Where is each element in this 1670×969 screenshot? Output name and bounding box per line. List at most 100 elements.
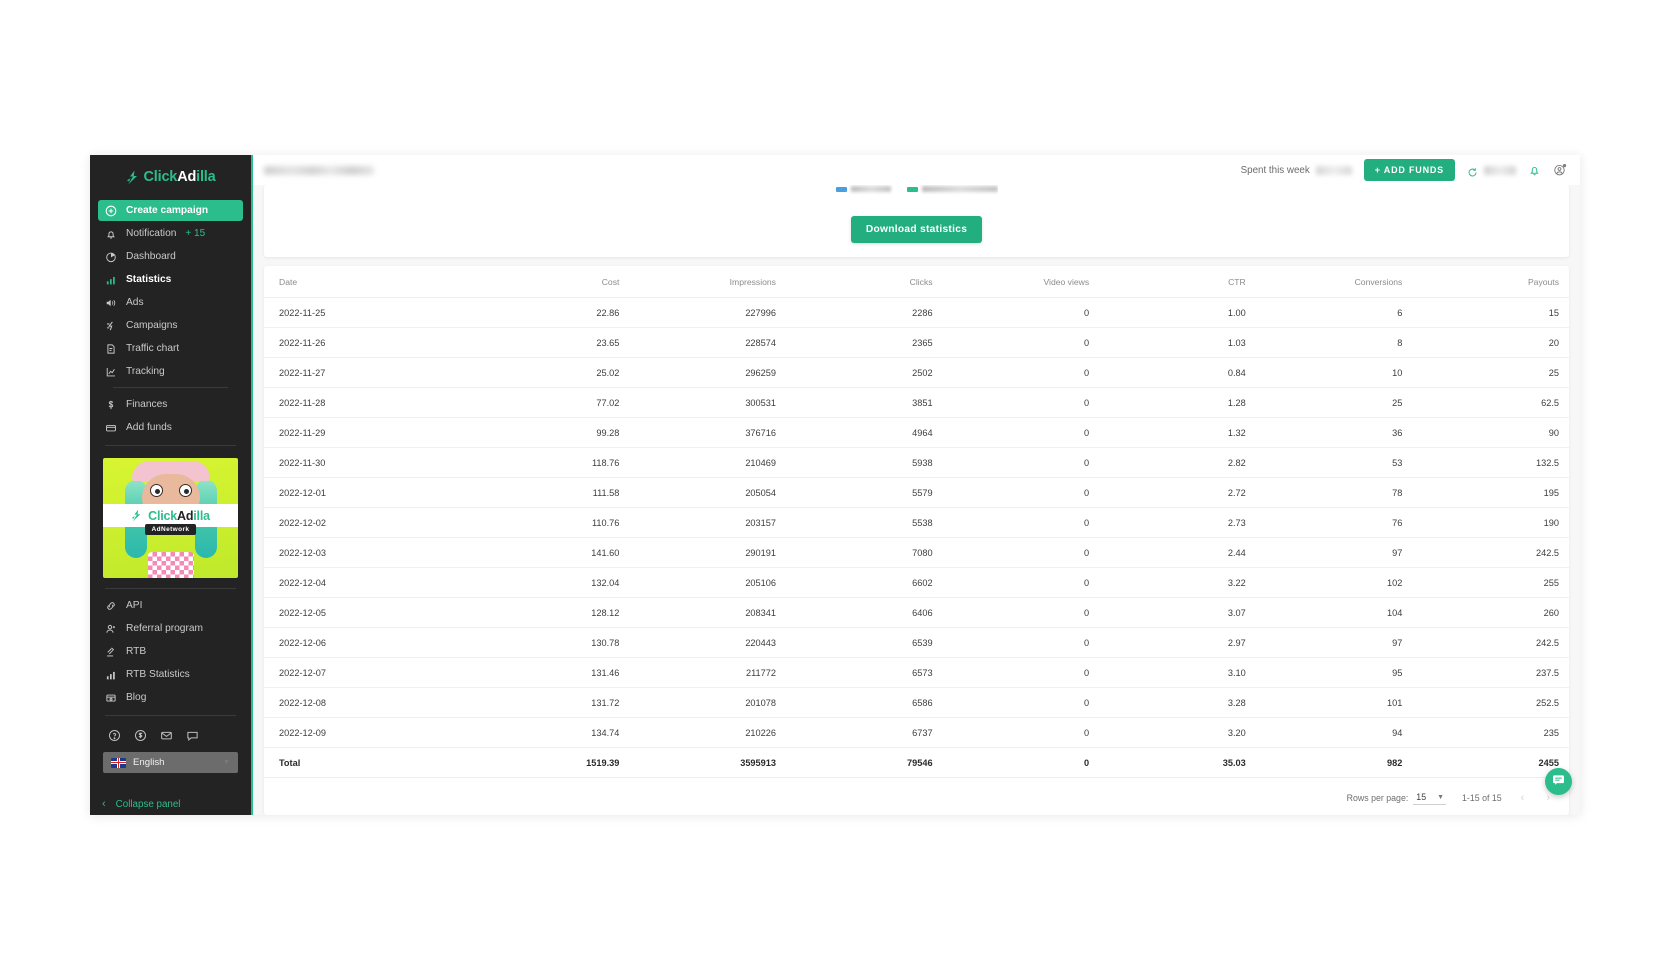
table-row[interactable]: 2022-12-09134.74210226673703.2094235 <box>264 718 1569 748</box>
sidebar-item-campaigns[interactable]: Campaigns <box>98 315 243 336</box>
table-row[interactable]: 2022-12-07131.46211772657303.1095237.5 <box>264 658 1569 688</box>
table-cell: 3.10 <box>1099 658 1256 688</box>
table-cell: 78 <box>1256 478 1413 508</box>
table-cell: 132.5 <box>1412 448 1569 478</box>
table-cell: 0 <box>943 388 1100 418</box>
table-cell: 0 <box>943 448 1100 478</box>
bell-icon[interactable] <box>1528 164 1541 177</box>
table-row[interactable]: 2022-11-2623.65228574236501.03820 <box>264 328 1569 358</box>
dollar-circle-icon[interactable] <box>134 729 147 742</box>
sidebar-item-finances[interactable]: Finances <box>98 394 243 415</box>
chat-icon[interactable] <box>186 729 199 742</box>
table-header-row: DateCostImpressionsClicksVideo viewsCTRC… <box>264 266 1569 298</box>
table-cell: 220443 <box>629 628 786 658</box>
sidebar-item-rtb[interactable]: RTB <box>98 641 243 662</box>
language-label: English <box>133 757 216 768</box>
sidebar-label: Blog <box>126 692 146 703</box>
sidebar-item-blog[interactable]: Blog <box>98 687 243 708</box>
sidebar-item-referral-program[interactable]: Referral program <box>98 618 243 639</box>
table-cell: 296259 <box>629 358 786 388</box>
sidebar-item-notification[interactable]: Notification + 15 <box>98 223 243 244</box>
table-row[interactable]: 2022-11-30118.76210469593802.8253132.5 <box>264 448 1569 478</box>
table-row[interactable]: 2022-11-2877.02300531385101.282562.5 <box>264 388 1569 418</box>
sidebar-item-traffic-chart[interactable]: Traffic chart <box>98 338 243 359</box>
language-selector[interactable]: English ▼ <box>103 752 238 773</box>
table-cell: 3.22 <box>1099 568 1256 598</box>
pagination-range: 1-15 of 15 <box>1462 793 1502 803</box>
table-cell: 2022-12-07 <box>264 658 473 688</box>
chat-widget-button[interactable] <box>1545 768 1572 795</box>
table-cell: 110.76 <box>473 508 630 538</box>
table-row[interactable]: 2022-12-03141.60290191708002.4497242.5 <box>264 538 1569 568</box>
sidebar-item-statistics[interactable]: Statistics <box>98 269 243 290</box>
sidebar-item-tracking[interactable]: Tracking <box>98 361 243 382</box>
sidebar: ClickAdilla Create campaign Not <box>90 155 253 815</box>
table-total-cell: 0 <box>943 748 1100 778</box>
table-row[interactable]: 2022-12-06130.78220443653902.9797242.5 <box>264 628 1569 658</box>
download-statistics-button[interactable]: Download statistics <box>851 216 982 243</box>
table-cell: 210469 <box>629 448 786 478</box>
table-cell: 205106 <box>629 568 786 598</box>
collapse-panel-button[interactable]: ‹ Collapse panel <box>90 793 251 815</box>
table-cell: 90 <box>1412 418 1569 448</box>
pagination-next-button[interactable]: › <box>1543 792 1553 804</box>
pagination-prev-button[interactable]: ‹ <box>1518 792 1528 804</box>
table-cell: 5538 <box>786 508 943 538</box>
sidebar-label: Finances <box>126 399 167 410</box>
table-cell: 2022-11-27 <box>264 358 473 388</box>
table-total-cell: 35.03 <box>1099 748 1256 778</box>
table-cell: 0 <box>943 418 1100 448</box>
table-cell: 6406 <box>786 598 943 628</box>
table-row[interactable]: 2022-11-2999.28376716496401.323690 <box>264 418 1569 448</box>
account-icon[interactable] <box>1553 163 1567 177</box>
help-circle-icon[interactable] <box>108 729 121 742</box>
refresh-icon[interactable] <box>1467 165 1478 176</box>
table-cell: 25 <box>1256 388 1413 418</box>
sidebar-item-create-campaign[interactable]: Create campaign <box>98 200 243 221</box>
table-cell: 118.76 <box>473 448 630 478</box>
table-cell: 102 <box>1256 568 1413 598</box>
table-row[interactable]: 2022-12-04132.04205106660203.22102255 <box>264 568 1569 598</box>
brand-name: ClickAdilla <box>144 169 216 185</box>
sidebar-item-rtb-statistics[interactable]: RTB Statistics <box>98 664 243 685</box>
table-cell: 205054 <box>629 478 786 508</box>
table-row[interactable]: 2022-11-2522.86227996228601.00615 <box>264 298 1569 328</box>
sidebar-item-ads[interactable]: Ads <box>98 292 243 313</box>
table-cell: 300531 <box>629 388 786 418</box>
spent-value <box>1316 166 1352 175</box>
add-funds-button[interactable]: + ADD FUNDS <box>1364 159 1455 181</box>
table-cell: 0 <box>943 298 1100 328</box>
sidebar-divider-2 <box>105 445 236 446</box>
trend-line-icon <box>105 366 117 378</box>
sidebar-item-api[interactable]: API <box>98 595 243 616</box>
table-cell: 6602 <box>786 568 943 598</box>
banner-body <box>148 552 194 578</box>
balance-area[interactable] <box>1467 165 1516 176</box>
table-row[interactable]: 2022-12-08131.72201078658603.28101252.5 <box>264 688 1569 718</box>
sidebar-item-add-funds[interactable]: Add funds <box>98 417 243 438</box>
brand-name-part1: Click <box>144 169 178 185</box>
table-row[interactable]: 2022-12-02110.76203157553802.7376190 <box>264 508 1569 538</box>
table-cell: 2022-12-01 <box>264 478 473 508</box>
table-cell: 190 <box>1412 508 1569 538</box>
rows-per-page-select[interactable]: 15 ▼ <box>1413 791 1446 805</box>
table-cell: 2022-12-06 <box>264 628 473 658</box>
table-cell: 131.72 <box>473 688 630 718</box>
sidebar-label: Notification <box>126 228 176 239</box>
table-row[interactable]: 2022-12-01111.58205054557902.7278195 <box>264 478 1569 508</box>
sidebar-item-dashboard[interactable]: Dashboard <box>98 246 243 267</box>
table-cell: 36 <box>1256 418 1413 448</box>
spent-this-week: Spent this week <box>1241 165 1352 176</box>
table-row[interactable]: 2022-11-2725.02296259250200.841025 <box>264 358 1569 388</box>
brand-logo[interactable]: ClickAdilla <box>90 155 251 193</box>
promo-banner[interactable]: ClickAdilla AdNetwork <box>103 458 238 578</box>
legend-item <box>907 186 998 192</box>
table-row[interactable]: 2022-12-05128.12208341640603.07104260 <box>264 598 1569 628</box>
table-total-cell: 2455 <box>1412 748 1569 778</box>
table-cell: 94 <box>1256 718 1413 748</box>
mail-icon[interactable] <box>160 729 173 742</box>
table-cell: 2022-11-30 <box>264 448 473 478</box>
gavel-icon <box>105 646 117 658</box>
notification-badge: + 15 <box>185 228 205 239</box>
table-cell: 0 <box>943 598 1100 628</box>
